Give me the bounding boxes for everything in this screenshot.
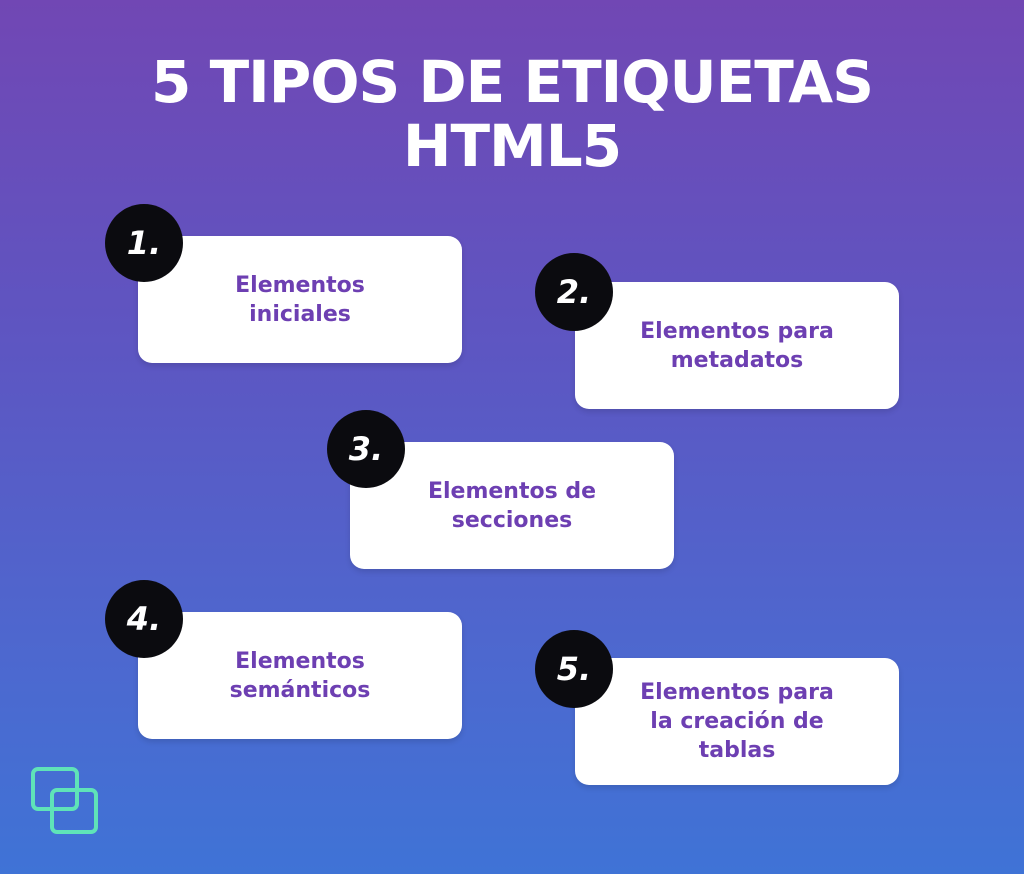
card-label: Elementos para metadatos	[640, 318, 834, 373]
number-badge-2: 2.	[535, 253, 613, 331]
card-label: Elementos iniciales	[235, 272, 365, 327]
card-item-5: Elementos para la creación de tablas	[575, 658, 899, 785]
number-badge-1: 1.	[105, 204, 183, 282]
card-label: Elementos para la creación de tablas	[640, 680, 834, 763]
title-line-1: 5 TIPOS DE ETIQUETAS	[151, 48, 874, 116]
page-title: 5 TIPOS DE ETIQUETAS HTML5	[0, 50, 1024, 178]
card-label: Elementos de secciones	[427, 478, 597, 533]
number-badge-3: 3.	[327, 410, 405, 488]
number-badge-4: 4.	[105, 580, 183, 658]
card-item-1: Elementos iniciales	[138, 236, 462, 363]
title-line-2: HTML5	[402, 112, 622, 180]
card-item-4: Elementos semánticos	[138, 612, 462, 739]
number-badge-5: 5.	[535, 630, 613, 708]
overlapping-squares-logo-icon	[31, 767, 98, 834]
card-item-2: Elementos para metadatos	[575, 282, 899, 409]
card-label: Elementos semánticos	[229, 648, 371, 703]
